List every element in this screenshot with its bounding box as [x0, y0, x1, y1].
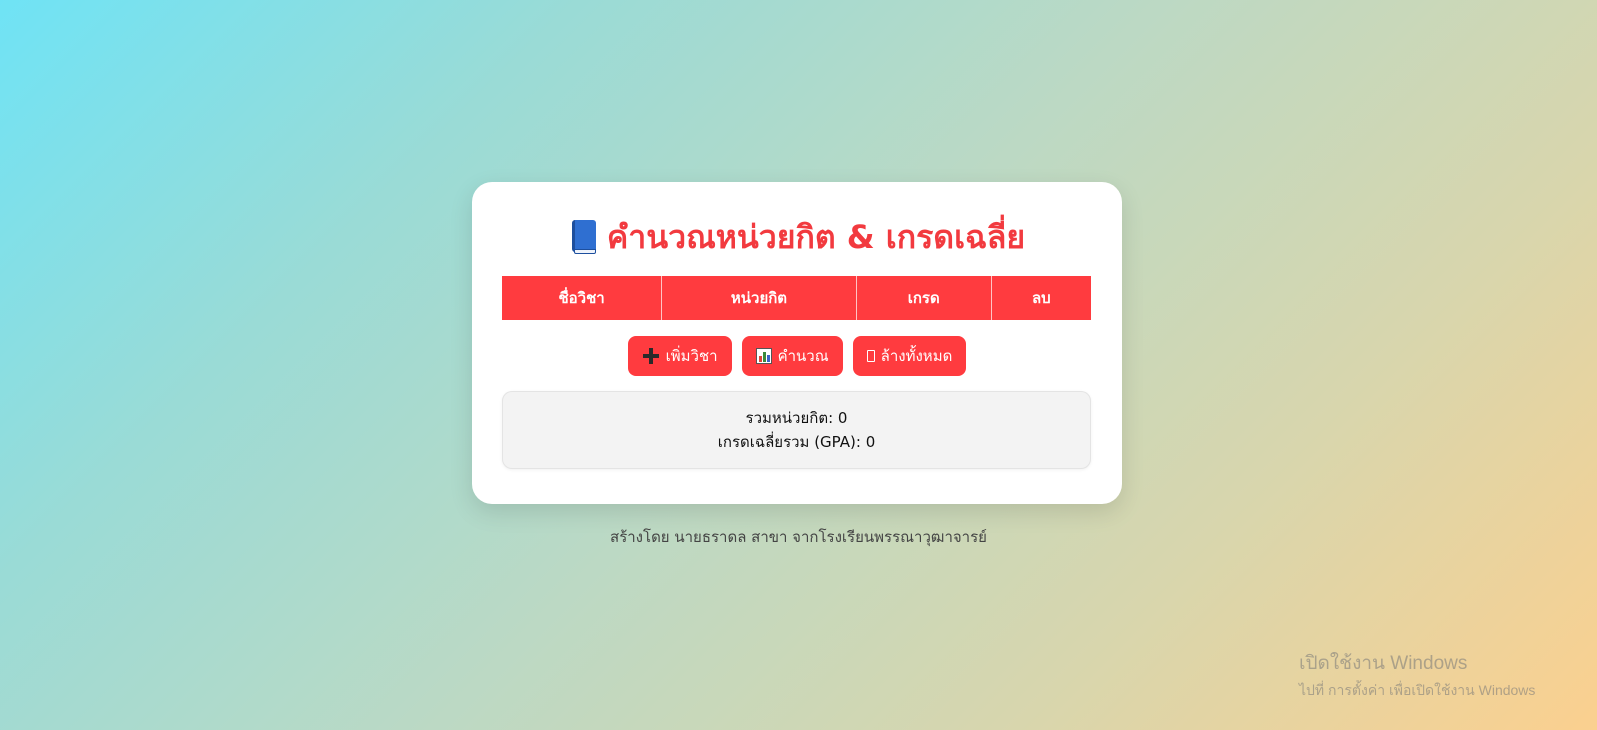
result-summary: รวมหน่วยกิต: 0 เกรดเฉลี่ยรวม (GPA): 0: [502, 391, 1091, 469]
add-subject-label: เพิ่มวิชา: [665, 347, 718, 365]
subjects-table: ชื่อวิชา หน่วยกิต เกรด ลบ: [502, 276, 1091, 320]
clear-all-button[interactable]: ล้างทั้งหมด: [852, 336, 967, 376]
total-credits-text: รวมหน่วยกิต: 0: [745, 409, 848, 427]
page-title-text: คำนวณหน่วยกิต & เกรดเฉลี่ย: [606, 217, 1026, 256]
trash-icon: [866, 350, 875, 362]
clear-all-label: ล้างทั้งหมด: [880, 347, 953, 365]
footer-credit: สร้างโดย นายธราดล สาขา จากโรงเรียนพรรณาว…: [610, 528, 987, 546]
action-buttons: เพิ่มวิชา คำนวณ ล้างทั้งหมด: [502, 336, 1092, 376]
page-title: คำนวณหน่วยกิต & เกรดเฉลี่ย: [502, 212, 1092, 262]
gpa-text: เกรดเฉลี่ยรวม (GPA): 0: [717, 433, 876, 451]
bar-chart-icon: [755, 348, 772, 364]
column-header-grade: เกรด: [856, 276, 992, 320]
calculator-card: คำนวณหน่วยกิต & เกรดเฉลี่ย ชื่อวิชา หน่ว…: [472, 182, 1122, 504]
add-subject-button[interactable]: เพิ่มวิชา: [627, 336, 732, 376]
table-header-row: ชื่อวิชา หน่วยกิต เกรด ลบ: [502, 276, 1091, 320]
watermark-title: เปิดใช้งาน Windows: [1299, 653, 1468, 674]
column-header-delete: ลบ: [991, 276, 1091, 320]
column-header-credits: หน่วยกิต: [661, 276, 857, 320]
calculate-button[interactable]: คำนวณ: [741, 336, 843, 376]
plus-icon: [642, 347, 660, 365]
windows-activation-watermark: เปิดใช้งาน Windows ไปที่ การตั้งค่า เพื่…: [1299, 648, 1535, 702]
calculate-label: คำนวณ: [777, 347, 829, 365]
watermark-subtitle: ไปที่ การตั้งค่า เพื่อเปิดใช้งาน Windows: [1299, 682, 1536, 698]
blue-book-icon: [569, 220, 597, 254]
column-header-subject: ชื่อวิชา: [502, 276, 663, 320]
